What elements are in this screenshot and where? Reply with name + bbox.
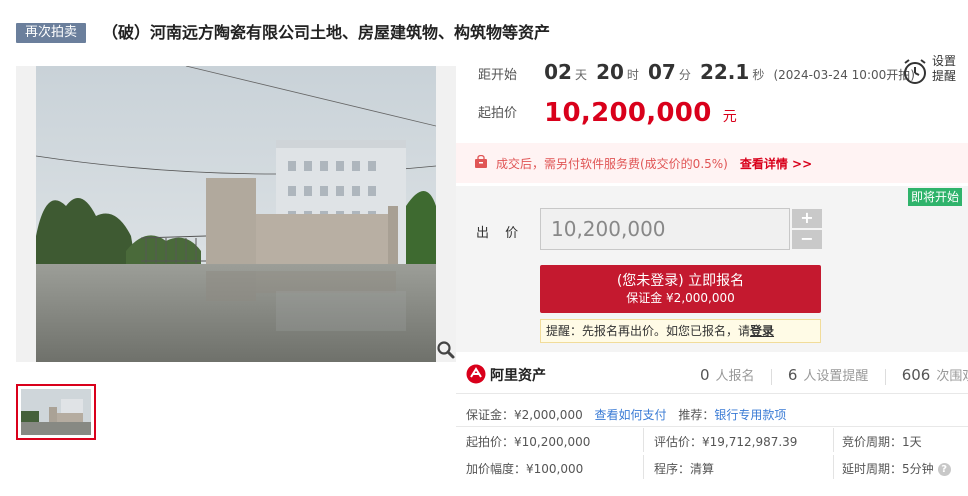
- countdown-label: 距开始: [478, 68, 518, 83]
- login-tip: 提醒：先报名再出价。如您已报名，请登录: [540, 319, 821, 343]
- delay-cycle-text: 延时周期：5分钟: [842, 462, 934, 476]
- signup-count: 0: [700, 366, 710, 384]
- login-link[interactable]: 登录: [750, 324, 774, 338]
- service-fee-text: 成交后，需另付软件服务费(成交价的0.5%): [496, 157, 728, 171]
- how-to-pay-link[interactable]: 查看如何支付: [595, 408, 667, 422]
- reminder-label-line1: 设置: [932, 54, 957, 68]
- days-unit: 天: [574, 68, 587, 82]
- auction-stats: 0 人报名 6 人设置提醒 606 次围观: [700, 365, 968, 385]
- bid-label: 出 价: [476, 226, 525, 241]
- main-photo[interactable]: [16, 66, 456, 362]
- factory-photo-image: [36, 66, 436, 362]
- recommend-label: 推荐：: [678, 408, 715, 422]
- zoom-icon[interactable]: [436, 340, 456, 360]
- reminder-count: 6: [787, 366, 798, 384]
- detail-appraisal: 评估价：¥19,712,987.39: [654, 435, 798, 449]
- divider: [884, 368, 886, 385]
- view-details-link[interactable]: 查看详情 >>: [740, 157, 812, 171]
- start-price-label: 起拍价: [478, 106, 518, 121]
- auction-type-badge: 再次拍卖: [16, 23, 86, 43]
- register-button-label: (您未登录) 立即报名: [616, 273, 745, 289]
- detail-delay-cycle: 延时周期：5分钟?: [842, 460, 951, 477]
- divider: [833, 455, 834, 479]
- set-reminder-button[interactable]: 设置 提醒: [898, 54, 960, 88]
- hours-unit: 时: [626, 68, 639, 82]
- countdown-seconds: 22.1: [699, 60, 750, 84]
- seconds-unit: 秒: [752, 68, 765, 82]
- countdown-minutes: 07: [648, 60, 676, 84]
- status-badge: 即将开始: [908, 188, 962, 206]
- shopping-bag-icon: [475, 155, 487, 168]
- signup-count-label: 人报名: [715, 369, 755, 384]
- start-time-note: (2024-03-24 10:00开拍): [773, 68, 915, 82]
- deposit-text: 保证金：¥2,000,000: [466, 408, 583, 422]
- help-icon[interactable]: ?: [937, 463, 951, 476]
- register-deposit-label: 保证金 ¥2,000,000: [626, 291, 735, 305]
- page-title: （破）河南远方陶瓷有限公司土地、房屋建筑物、构筑物等资产: [102, 23, 551, 42]
- deposit-info: 保证金：¥2,000,000 查看如何支付 推荐：银行专用款项: [466, 406, 786, 423]
- photo-thumbnail[interactable]: [16, 384, 96, 440]
- countdown-hours: 20: [596, 60, 624, 84]
- decrease-bid-button[interactable]: −: [792, 230, 822, 249]
- reminder-label-line2: 提醒: [932, 69, 957, 83]
- alarm-clock-icon: [904, 59, 926, 84]
- divider: [770, 368, 772, 385]
- register-now-button[interactable]: (您未登录) 立即报名 保证金 ¥2,000,000: [540, 265, 821, 313]
- detail-start-price: 起拍价：¥10,200,000: [466, 435, 591, 449]
- thumbnail-image: [21, 389, 91, 435]
- detail-bid-cycle: 竞价周期：1天: [842, 435, 922, 449]
- divider: [456, 426, 968, 427]
- start-price-row: 起拍价 10,200,000 元: [478, 98, 737, 128]
- divider: [643, 428, 644, 452]
- countdown-timer: 距开始 02 天 20 时 07 分 22.1 秒 (2024-03-24 10:00开…: [478, 60, 915, 84]
- divider: [833, 428, 834, 452]
- service-fee-notice: 成交后，需另付软件服务费(成交价的0.5%) 查看详情 >>: [456, 143, 968, 183]
- brand-name: 阿里资产: [490, 368, 546, 384]
- start-price-unit: 元: [722, 109, 737, 125]
- increase-bid-button[interactable]: +: [792, 209, 822, 228]
- ali-assets-logo-icon: [466, 364, 486, 384]
- start-price-value: 10,200,000: [544, 98, 712, 128]
- divider: [456, 393, 968, 394]
- bid-amount-input[interactable]: 10,200,000: [540, 208, 790, 250]
- detail-increment: 加价幅度：¥100,000: [466, 462, 584, 476]
- view-count: 606: [901, 366, 931, 384]
- reminder-count-label: 人设置提醒: [803, 369, 869, 384]
- divider: [643, 455, 644, 479]
- minutes-unit: 分: [678, 68, 691, 82]
- bank-payment-link[interactable]: 银行专用款项: [714, 408, 786, 422]
- tip-text: 提醒：先报名再出价。如您已报名，请: [546, 324, 751, 338]
- countdown-days: 02: [544, 60, 572, 84]
- view-count-label: 次围观: [936, 369, 968, 384]
- detail-procedure: 程序：清算: [654, 462, 715, 476]
